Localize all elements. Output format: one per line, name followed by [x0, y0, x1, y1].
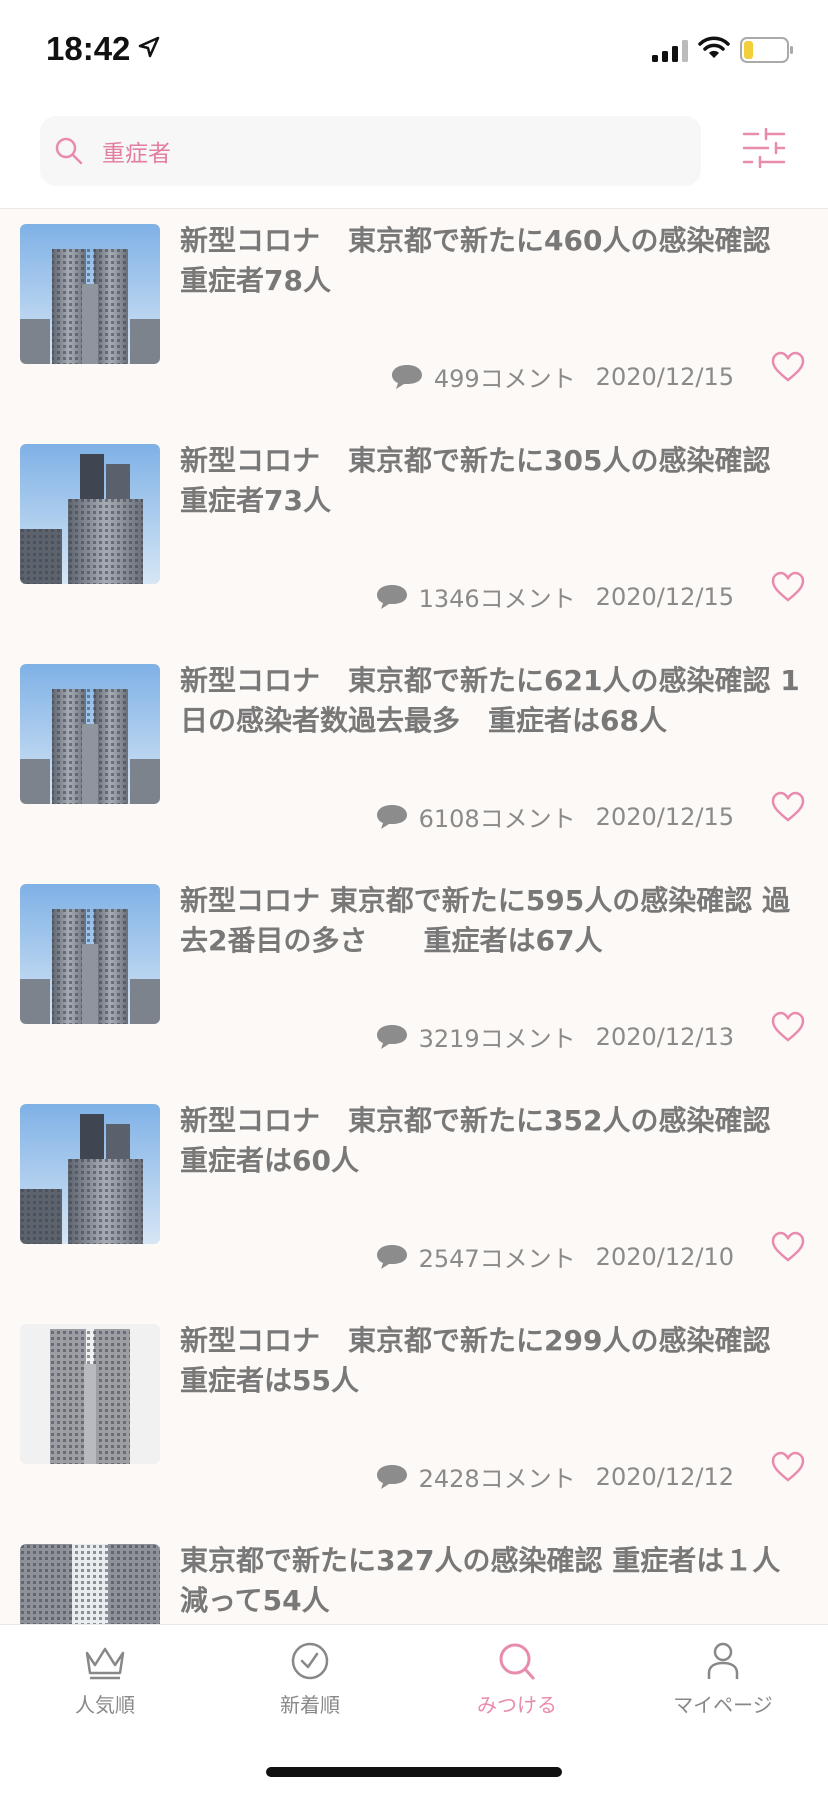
article-thumbnail	[20, 1544, 160, 1624]
article-list[interactable]: 新型コロナ 東京都で新たに460人の感染確認 重症者78人 499コメント 20…	[0, 209, 828, 1624]
article-date: 2020/12/15	[595, 802, 734, 831]
article-title: 新型コロナ 東京都で新たに352人の感染確認 重症者は60人	[180, 1104, 771, 1177]
heart-icon[interactable]	[770, 571, 806, 603]
tab-mypage[interactable]: マイページ	[658, 1641, 788, 1718]
article-thumbnail	[20, 444, 160, 584]
tab-popular[interactable]: 人気順	[40, 1641, 170, 1718]
comment-count: 2428コメント	[418, 1465, 576, 1493]
search-query: 重症者	[102, 141, 171, 167]
article-meta: 2547コメント 2020/12/10	[375, 1239, 734, 1274]
search-header: 重症者	[0, 100, 828, 209]
article-meta: 3219コメント 2020/12/13	[375, 1019, 734, 1054]
article-meta: 2428コメント 2020/12/12	[375, 1459, 734, 1494]
comment-icon	[376, 1464, 407, 1489]
tab-label: マイページ	[673, 1693, 773, 1717]
tab-label: 新着順	[280, 1693, 340, 1717]
home-indicator[interactable]	[266, 1767, 562, 1777]
tab-label: 人気順	[75, 1693, 135, 1717]
comment-count: 2547コメント	[418, 1245, 576, 1273]
list-item[interactable]: 新型コロナ 東京都で新たに621人の感染確認 1日の感染者数過去最多 重症者は6…	[0, 649, 828, 870]
comment-count: 1346コメント	[418, 585, 576, 613]
article-meta: 499コメント 2020/12/15	[390, 359, 734, 394]
article-date: 2020/12/12	[595, 1462, 734, 1491]
comment-count: 6108コメント	[418, 805, 576, 833]
heart-icon[interactable]	[770, 1451, 806, 1483]
search-input[interactable]: 重症者	[40, 116, 701, 186]
search-icon	[55, 137, 83, 165]
article-thumbnail	[20, 224, 160, 364]
person-icon	[707, 1642, 739, 1679]
article-date: 2020/12/15	[595, 582, 734, 611]
article-title: 新型コロナ 東京都で新たに299人の感染確認 重症者は55人	[180, 1324, 771, 1397]
tab-label: みつける	[477, 1693, 557, 1717]
list-item[interactable]: 新型コロナ 東京都で新たに595人の感染確認 過去2番目の多さ 重症者は67人 …	[0, 869, 828, 1090]
article-title: 新型コロナ 東京都で新たに595人の感染確認 過去2番目の多さ 重症者は67人	[180, 884, 790, 957]
tab-newest[interactable]: 新着順	[245, 1641, 375, 1718]
article-date: 2020/12/15	[595, 362, 734, 391]
list-item[interactable]: 新型コロナ 東京都で新たに299人の感染確認 重症者は55人 2428コメント …	[0, 1309, 828, 1530]
wifi-icon	[698, 36, 730, 58]
comment-icon	[376, 1244, 407, 1269]
clock-icon	[291, 1642, 329, 1680]
article-thumbnail	[20, 664, 160, 804]
heart-icon[interactable]	[770, 1011, 806, 1043]
heart-icon[interactable]	[770, 1231, 806, 1263]
article-thumbnail	[20, 884, 160, 1024]
article-date: 2020/12/10	[595, 1242, 734, 1271]
status-bar: 18:42	[0, 0, 828, 100]
list-item[interactable]: 新型コロナ 東京都で新たに460人の感染確認 重症者78人 499コメント 20…	[0, 209, 828, 430]
cellular-signal-icon	[652, 40, 688, 62]
heart-icon[interactable]	[770, 791, 806, 823]
comment-icon	[391, 364, 422, 389]
article-title: 東京都で新たに327人の感染確認 重症者は１人減って54人	[180, 1544, 781, 1617]
battery-icon	[740, 37, 793, 63]
article-title: 新型コロナ 東京都で新たに305人の感染確認 重症者73人	[180, 444, 771, 517]
list-item[interactable]: 新型コロナ 東京都で新たに305人の感染確認 重症者73人 1346コメント 2…	[0, 429, 828, 650]
comment-icon	[376, 804, 407, 829]
article-thumbnail	[20, 1104, 160, 1244]
article-date: 2020/12/13	[595, 1022, 734, 1051]
crown-icon	[85, 1647, 125, 1680]
comment-count: 3219コメント	[418, 1025, 576, 1053]
article-meta: 1346コメント 2020/12/15	[375, 579, 734, 614]
article-meta: 6108コメント 2020/12/15	[375, 799, 734, 834]
article-title: 新型コロナ 東京都で新たに460人の感染確認 重症者78人	[180, 224, 771, 297]
status-time: 18:42	[46, 30, 131, 67]
location-arrow-icon	[138, 36, 160, 58]
search-icon	[499, 1643, 535, 1680]
filter-sliders-icon[interactable]	[742, 128, 786, 168]
list-item[interactable]: 新型コロナ 東京都で新たに352人の感染確認 重症者は60人 2547コメント …	[0, 1089, 828, 1310]
comment-icon	[376, 1024, 407, 1049]
article-title: 新型コロナ 東京都で新たに621人の感染確認 1日の感染者数過去最多 重症者は6…	[180, 664, 800, 737]
comment-icon	[376, 584, 407, 609]
article-thumbnail	[20, 1324, 160, 1464]
list-item[interactable]: 東京都で新たに327人の感染確認 重症者は１人減って54人	[0, 1529, 828, 1624]
comment-count: 499コメント	[433, 365, 576, 393]
heart-icon[interactable]	[770, 351, 806, 383]
tab-discover[interactable]: みつける	[452, 1641, 582, 1718]
